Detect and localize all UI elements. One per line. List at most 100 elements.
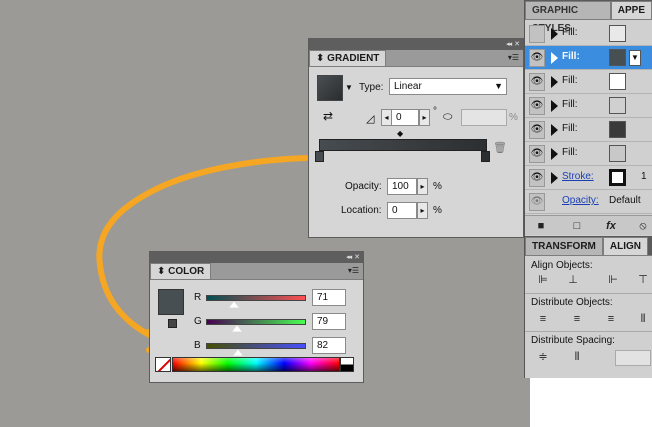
- panel-menu-icon[interactable]: ▾☰: [508, 53, 519, 62]
- distribute-bottom-icon[interactable]: ≡: [603, 311, 619, 327]
- collapse-icon[interactable]: ◂◂: [506, 41, 512, 49]
- fill-swatch[interactable]: [609, 73, 626, 90]
- angle-input[interactable]: 0: [391, 109, 419, 126]
- opacity-unit: %: [433, 181, 442, 192]
- opacity-stepper[interactable]: ▸: [417, 178, 428, 195]
- tab-gradient[interactable]: ⬍ GRADIENT: [309, 50, 387, 66]
- location-input[interactable]: 0: [387, 202, 417, 219]
- angle-stepper-right[interactable]: ▸: [419, 109, 430, 126]
- color-stop-left[interactable]: [315, 151, 324, 162]
- tab-color[interactable]: ⬍ COLOR: [150, 263, 212, 279]
- location-unit: %: [433, 205, 442, 216]
- appearance-row[interactable]: 👁 Opacity: Default: [525, 190, 652, 214]
- none-color-swatch[interactable]: [155, 357, 171, 372]
- channel-input-b[interactable]: 82: [312, 337, 346, 354]
- gradient-swatch[interactable]: [317, 75, 343, 101]
- fill-swatch[interactable]: [609, 145, 626, 162]
- expand-triangle-icon[interactable]: [551, 172, 558, 184]
- gradient-mode-icon[interactable]: [168, 319, 177, 328]
- color-spectrum[interactable]: [172, 357, 340, 372]
- appearance-row-label: Fill:: [562, 75, 578, 86]
- expand-triangle-icon[interactable]: [551, 76, 558, 88]
- channel-value: 82: [317, 340, 329, 351]
- slider-thumb-b[interactable]: [233, 349, 244, 356]
- expand-triangle-icon[interactable]: [551, 52, 558, 64]
- close-panel-icon[interactable]: ✕: [514, 41, 520, 49]
- eye-icon[interactable]: 👁: [529, 97, 545, 115]
- appearance-row[interactable]: 👁 Fill:: [525, 94, 652, 118]
- tab-graphic-styles[interactable]: GRAPHIC STYLES: [525, 1, 611, 34]
- aspect-unit: %: [509, 112, 518, 123]
- distribute-v-spacing-icon[interactable]: ≑: [535, 349, 551, 365]
- appearance-row[interactable]: 👁 Fill: ▼: [525, 46, 652, 70]
- location-stepper[interactable]: ▸: [417, 202, 428, 219]
- appearance-row-label[interactable]: Opacity:: [562, 195, 599, 206]
- appearance-row-label: Fill:: [562, 51, 580, 62]
- appearance-row[interactable]: 👁 Fill:: [525, 70, 652, 94]
- chevron-down-icon[interactable]: ▼: [629, 50, 641, 66]
- clear-appearance-icon[interactable]: ⦸: [635, 218, 651, 234]
- fill-swatch[interactable]: [609, 169, 626, 186]
- collapse-icon[interactable]: ◂◂: [346, 254, 352, 262]
- spacing-input: [615, 350, 651, 366]
- add-stroke-icon[interactable]: ■: [533, 218, 549, 234]
- slider-thumb-g[interactable]: [232, 325, 242, 332]
- channel-input-g[interactable]: 79: [312, 313, 346, 330]
- swatch-dropdown-icon[interactable]: ▼: [345, 83, 353, 92]
- color-swatch[interactable]: [158, 289, 184, 315]
- none-slash-icon: [156, 358, 170, 371]
- fill-swatch[interactable]: [609, 121, 626, 138]
- channel-input-r[interactable]: 71: [312, 289, 346, 306]
- gradient-panel: ◂◂ ✕ ⬍ GRADIENT ▾☰ ▼ Type: Linear ▼ ⇄ ◿ …: [308, 38, 524, 238]
- expand-triangle-icon[interactable]: [551, 28, 558, 40]
- align-right-icon[interactable]: ⊩: [605, 272, 621, 288]
- align-top-icon[interactable]: ⊤: [635, 272, 651, 288]
- eye-icon[interactable]: 👁: [529, 73, 545, 91]
- fx-icon[interactable]: fx: [603, 218, 619, 234]
- black-white-swatch[interactable]: [340, 357, 354, 372]
- appearance-row-label[interactable]: Stroke:: [562, 171, 594, 182]
- expand-triangle-icon[interactable]: [551, 100, 558, 112]
- eye-icon[interactable]: 👁: [529, 169, 545, 187]
- eye-icon[interactable]: 👁: [529, 121, 545, 139]
- type-select[interactable]: Linear ▼: [389, 78, 507, 95]
- tab-transform[interactable]: TRANSFORM: [525, 237, 603, 255]
- appearance-row[interactable]: Fill:: [525, 22, 652, 46]
- appearance-row-label: Fill:: [562, 99, 578, 110]
- eye-icon[interactable]: 👁: [529, 145, 545, 163]
- align-left-icon[interactable]: ⊫: [535, 272, 551, 288]
- appearance-row[interactable]: 👁 Fill:: [525, 118, 652, 142]
- distribute-center-v-icon[interactable]: ≡: [569, 311, 585, 327]
- opacity-input[interactable]: 100: [387, 178, 417, 195]
- trash-icon[interactable]: 🗑: [493, 141, 507, 154]
- add-fill-icon[interactable]: □: [569, 218, 585, 234]
- panel-menu-icon[interactable]: ▾☰: [348, 266, 359, 275]
- channel-slider-g[interactable]: [206, 319, 306, 325]
- tab-align[interactable]: ALIGN: [602, 237, 648, 255]
- distribute-h-spacing-icon[interactable]: ⫴: [569, 349, 585, 365]
- fill-swatch[interactable]: [609, 49, 626, 66]
- reverse-gradient-icon[interactable]: ⇄: [323, 109, 333, 123]
- gradient-tabbar: ⬍ GRADIENT ▾☰: [309, 50, 523, 67]
- appearance-row[interactable]: 👁 Stroke: 1: [525, 166, 652, 190]
- distribute-top-icon[interactable]: ≡: [535, 311, 551, 327]
- expand-triangle-icon[interactable]: [551, 148, 558, 160]
- eye-icon[interactable]: 👁: [529, 49, 545, 67]
- appearance-row[interactable]: 👁 Fill:: [525, 142, 652, 166]
- fill-swatch[interactable]: [609, 97, 626, 114]
- channel-slider-b[interactable]: [206, 343, 306, 349]
- tab-appearance[interactable]: APPE: [610, 1, 652, 19]
- eye-icon[interactable]: [529, 25, 545, 43]
- slider-thumb-r[interactable]: [228, 301, 239, 308]
- eye-icon[interactable]: 👁: [529, 193, 545, 211]
- align-center-h-icon[interactable]: ⊥: [565, 272, 581, 288]
- close-panel-icon[interactable]: ✕: [354, 254, 360, 262]
- distribute-left-icon[interactable]: ⫴: [635, 311, 651, 327]
- expand-triangle-icon[interactable]: [551, 124, 558, 136]
- channel-slider-r[interactable]: [206, 295, 306, 301]
- channel-label-g: G: [194, 316, 202, 327]
- color-stop-right[interactable]: [481, 151, 490, 162]
- gradient-slider-bar[interactable]: [319, 139, 487, 151]
- fill-swatch[interactable]: [609, 25, 626, 42]
- midpoint-diamond[interactable]: ◆: [397, 129, 403, 138]
